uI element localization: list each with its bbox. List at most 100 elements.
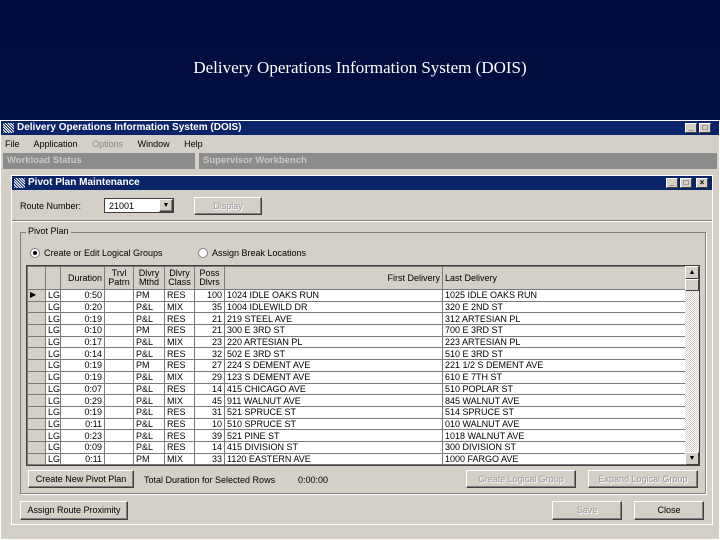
row-selector[interactable] <box>27 429 46 442</box>
menu-help[interactable]: Help <box>184 139 203 149</box>
row-selector[interactable] <box>27 300 46 314</box>
cell-type[interactable]: LG <box>45 347 61 361</box>
cell-poss-dlvrs[interactable]: 35 <box>194 300 225 314</box>
cell-duration[interactable]: 0:11 <box>60 417 105 431</box>
radio-create-edit-label[interactable]: Create or Edit Logical Groups <box>44 248 163 258</box>
cell-dlvry-mthd[interactable]: PM <box>133 324 165 337</box>
cell-poss-dlvrs[interactable]: 21 <box>194 312 225 326</box>
cell-last-delivery[interactable]: 1000 FARGO AVE <box>442 452 688 466</box>
row-selector[interactable]: ▶ <box>27 289 46 302</box>
cell-trvl-patrn[interactable] <box>104 370 134 384</box>
row-selector[interactable] <box>27 405 46 419</box>
cell-duration[interactable]: 0:19 <box>60 312 105 326</box>
cell-first-delivery[interactable]: 521 SPRUCE ST <box>224 405 443 419</box>
menu-file[interactable]: File <box>5 139 20 149</box>
cell-trvl-patrn[interactable] <box>104 335 134 349</box>
cell-poss-dlvrs[interactable]: 21 <box>194 324 225 337</box>
maximize-icon[interactable]: □ <box>699 123 711 133</box>
cell-poss-dlvrs[interactable]: 45 <box>194 394 225 407</box>
cell-poss-dlvrs[interactable]: 32 <box>194 347 225 361</box>
cell-type[interactable]: LG <box>45 382 61 396</box>
cell-trvl-patrn[interactable] <box>104 324 134 337</box>
cell-poss-dlvrs[interactable]: 31 <box>194 405 225 419</box>
row-selector[interactable] <box>27 347 46 361</box>
cell-poss-dlvrs[interactable]: 33 <box>194 452 225 466</box>
cell-type[interactable]: LG <box>45 324 61 337</box>
cell-first-delivery[interactable]: 1120 EASTERN AVE <box>224 452 443 466</box>
cell-first-delivery[interactable]: 1004 IDLEWILD DR <box>224 300 443 314</box>
cell-first-delivery[interactable]: 219 STEEL AVE <box>224 312 443 326</box>
cell-poss-dlvrs[interactable]: 14 <box>194 440 225 454</box>
col-poss-dlvrs[interactable]: Poss Dlvrs <box>194 266 225 290</box>
cell-type[interactable]: LG <box>45 417 61 431</box>
cell-last-delivery[interactable]: 510 POPLAR ST <box>442 382 688 396</box>
cell-duration[interactable]: 0:50 <box>60 289 105 302</box>
chevron-down-icon[interactable]: ▼ <box>159 199 173 212</box>
cell-type[interactable]: LG <box>45 370 61 384</box>
table-row[interactable]: LG 0:23 P&L RES 39 521 PINE ST 1018 WALNUT AVE <box>27 429 688 442</box>
col-dlvry-class[interactable]: Dlvry Class <box>164 266 195 290</box>
cell-trvl-patrn[interactable] <box>104 452 134 466</box>
cell-dlvry-class[interactable]: MIX <box>164 370 195 384</box>
radio-assign-break[interactable] <box>198 248 208 258</box>
menu-window[interactable]: Window <box>138 139 170 149</box>
expand-logical-group-button[interactable]: Expand Logical Group <box>588 470 698 488</box>
cell-dlvry-mthd[interactable]: P&L <box>133 300 165 314</box>
cell-last-delivery[interactable]: 223 ARTESIAN PL <box>442 335 688 349</box>
cell-dlvry-class[interactable]: RES <box>164 417 195 431</box>
cell-dlvry-class[interactable]: MIX <box>164 300 195 314</box>
cell-dlvry-mthd[interactable]: P&L <box>133 405 165 419</box>
cell-trvl-patrn[interactable] <box>104 289 134 302</box>
cell-trvl-patrn[interactable] <box>104 394 134 407</box>
cell-dlvry-class[interactable]: RES <box>164 312 195 326</box>
workload-status-panel[interactable]: Workload Status <box>3 153 195 169</box>
cell-last-delivery[interactable]: 610 E 7TH ST <box>442 370 688 384</box>
cell-trvl-patrn[interactable] <box>104 359 134 372</box>
cell-dlvry-class[interactable]: MIX <box>164 452 195 466</box>
maximize-icon[interactable]: □ <box>680 178 692 188</box>
cell-dlvry-mthd[interactable]: P&L <box>133 382 165 396</box>
cell-dlvry-mthd[interactable]: P&L <box>133 429 165 442</box>
cell-dlvry-mthd[interactable]: P&L <box>133 394 165 407</box>
close-button[interactable]: Close <box>634 501 704 520</box>
cell-last-delivery[interactable]: 514 SPRUCE ST <box>442 405 688 419</box>
cell-poss-dlvrs[interactable]: 10 <box>194 417 225 431</box>
table-row[interactable]: LG 0:17 P&L MIX 23 220 ARTESIAN PL 223 ARTESIA… <box>27 335 688 349</box>
cell-last-delivery[interactable]: 1018 WALNUT AVE <box>442 429 688 442</box>
cell-trvl-patrn[interactable] <box>104 440 134 454</box>
cell-type[interactable]: LG <box>45 335 61 349</box>
cell-first-delivery[interactable]: 521 PINE ST <box>224 429 443 442</box>
cell-poss-dlvrs[interactable]: 39 <box>194 429 225 442</box>
cell-dlvry-class[interactable]: RES <box>164 289 195 302</box>
create-logical-group-button[interactable]: Create Logical Group <box>466 470 576 488</box>
cell-dlvry-mthd[interactable]: PM <box>133 289 165 302</box>
cell-first-delivery[interactable]: 123 S DEMENT AVE <box>224 370 443 384</box>
menu-options[interactable]: Options <box>92 139 123 149</box>
cell-last-delivery[interactable]: 1025 IDLE OAKS RUN <box>442 289 688 302</box>
cell-last-delivery[interactable]: 221 1/2 S DEMENT AVE <box>442 359 688 372</box>
radio-create-edit[interactable] <box>30 248 40 258</box>
cell-dlvry-mthd[interactable]: P&L <box>133 335 165 349</box>
col-last-delivery[interactable]: Last Delivery <box>442 266 688 290</box>
minimize-icon[interactable]: _ <box>666 178 678 188</box>
cell-last-delivery[interactable]: 845 WALNUT AVE <box>442 394 688 407</box>
assign-route-proximity-button[interactable]: Assign Route Proximity <box>20 501 128 520</box>
col-first-delivery[interactable]: First Delivery <box>224 266 443 290</box>
cell-poss-dlvrs[interactable]: 100 <box>194 289 225 302</box>
cell-dlvry-mthd[interactable]: P&L <box>133 417 165 431</box>
save-button[interactable]: Save <box>552 501 622 520</box>
cell-poss-dlvrs[interactable]: 23 <box>194 335 225 349</box>
close-icon[interactable]: × <box>696 178 708 188</box>
cell-duration[interactable]: 0:19 <box>60 405 105 419</box>
cell-trvl-patrn[interactable] <box>104 429 134 442</box>
display-button[interactable]: Display <box>194 197 262 215</box>
cell-dlvry-mthd[interactable]: PM <box>133 452 165 466</box>
cell-trvl-patrn[interactable] <box>104 347 134 361</box>
cell-dlvry-class[interactable]: RES <box>164 440 195 454</box>
grid-scrollbar[interactable]: ▲ ▼ <box>685 266 699 465</box>
cell-poss-dlvrs[interactable]: 29 <box>194 370 225 384</box>
cell-last-delivery[interactable]: 010 WALNUT AVE <box>442 417 688 431</box>
cell-first-delivery[interactable]: 415 CHICAGO AVE <box>224 382 443 396</box>
table-row[interactable]: LG 0:19 P&L RES 21 219 STEEL AVE 312 ARTESIAN … <box>27 312 688 326</box>
row-selector[interactable] <box>27 382 46 396</box>
